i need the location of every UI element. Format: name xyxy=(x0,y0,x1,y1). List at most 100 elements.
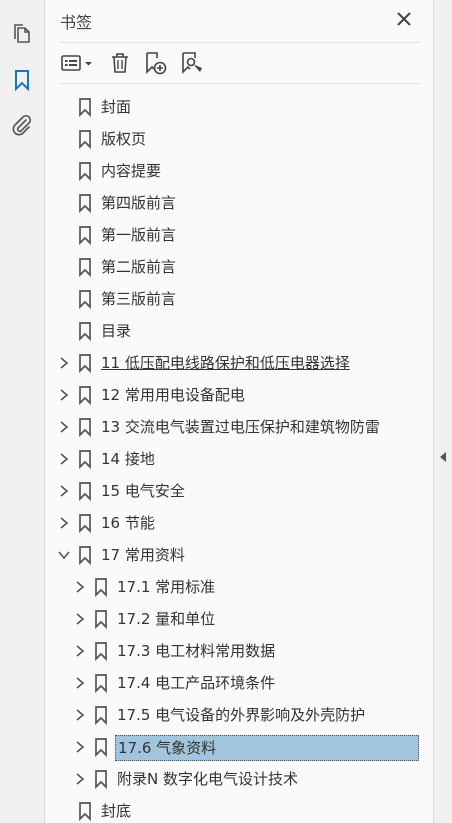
bookmark-label[interactable]: 第一版前言 xyxy=(99,224,178,246)
bookmark-row[interactable]: 封底 xyxy=(45,795,433,823)
chevron-right-icon[interactable] xyxy=(58,421,70,433)
bookmark-icon xyxy=(79,354,91,373)
bookmark-label[interactable]: 17.3 电工材料常用数据 xyxy=(115,640,277,662)
bookmark-label[interactable]: 17.6 气象资料 xyxy=(115,735,419,761)
bookmark-label[interactable]: 16 节能 xyxy=(99,512,157,534)
bookmark-row[interactable]: 目录 xyxy=(45,315,433,347)
bookmark-icon xyxy=(95,770,107,789)
bookmark-icon xyxy=(79,162,91,181)
chevron-right-icon[interactable] xyxy=(58,485,70,497)
bookmarks-icon[interactable] xyxy=(10,68,34,92)
close-icon[interactable] xyxy=(395,10,413,28)
bookmark-label[interactable]: 内容提要 xyxy=(99,160,163,182)
bookmark-label[interactable]: 17.2 量和单位 xyxy=(115,608,217,630)
bookmark-search-icon xyxy=(182,52,202,74)
bookmark-icon xyxy=(79,258,91,277)
bookmark-label[interactable]: 17 常用资料 xyxy=(99,544,187,566)
bookmark-label[interactable]: 15 电气安全 xyxy=(99,480,187,502)
bookmark-icon xyxy=(79,322,91,341)
bookmarks-toolbar xyxy=(60,42,420,84)
bookmark-row[interactable]: 第四版前言 xyxy=(45,187,433,219)
options-menu-button[interactable] xyxy=(60,51,96,75)
chevron-right-icon[interactable] xyxy=(58,389,70,401)
bookmark-icon xyxy=(79,130,91,149)
bookmark-row[interactable]: 15 电气安全 xyxy=(45,475,433,507)
delete-bookmark-button[interactable] xyxy=(110,51,130,75)
panel-title: 书签 xyxy=(60,13,93,32)
bookmark-row[interactable]: 17.1 常用标准 xyxy=(45,571,433,603)
bookmark-row[interactable]: 16 节能 xyxy=(45,507,433,539)
bookmark-label[interactable]: 13 交流电气装置过电压保护和建筑物防雷 xyxy=(99,416,382,438)
bookmark-row[interactable]: 17.2 量和单位 xyxy=(45,603,433,635)
options-list-icon xyxy=(61,55,92,71)
left-navigation-bar xyxy=(0,0,45,823)
bookmark-icon xyxy=(79,418,91,437)
bookmark-row[interactable]: 17 常用资料 xyxy=(45,539,433,571)
bookmark-label[interactable]: 目录 xyxy=(99,320,133,342)
chevron-right-icon[interactable] xyxy=(58,453,70,465)
trash-icon xyxy=(112,53,128,73)
bookmarks-panel: 书签 封面 版权页 内容提要 第四版前言 第一版前言 第二版前言 第三版前言 目… xyxy=(45,0,433,823)
bookmark-icon xyxy=(95,642,107,661)
attachments-icon[interactable] xyxy=(10,113,34,137)
chevron-right-icon[interactable] xyxy=(74,741,86,753)
bookmark-label[interactable]: 附录N 数字化电气设计技术 xyxy=(115,768,300,790)
right-collapsed-panel xyxy=(433,0,452,823)
bookmark-icon xyxy=(79,386,91,405)
chevron-right-icon[interactable] xyxy=(74,709,86,721)
bookmark-label[interactable]: 11 低压配电线路保护和低压电器选择 xyxy=(99,352,352,374)
bookmark-properties-button[interactable] xyxy=(180,51,204,75)
bookmark-icon xyxy=(95,578,107,597)
bookmark-row[interactable]: 版权页 xyxy=(45,123,433,155)
bookmark-label[interactable]: 第四版前言 xyxy=(99,192,178,214)
bookmark-row[interactable]: 第三版前言 xyxy=(45,283,433,315)
chevron-down-icon[interactable] xyxy=(58,549,70,561)
bookmark-row[interactable]: 附录N 数字化电气设计技术 xyxy=(45,763,433,795)
bookmark-row[interactable]: 17.3 电工材料常用数据 xyxy=(45,635,433,667)
bookmark-icon xyxy=(95,706,107,725)
bookmark-label[interactable]: 第二版前言 xyxy=(99,256,178,278)
bookmark-row[interactable]: 第一版前言 xyxy=(45,219,433,251)
bookmark-row[interactable]: 封面 xyxy=(45,91,433,123)
bookmark-label[interactable]: 第三版前言 xyxy=(99,288,178,310)
bookmark-row[interactable]: 12 常用用电设备配电 xyxy=(45,379,433,411)
bookmark-icon xyxy=(79,802,91,821)
bookmark-icon xyxy=(95,610,107,629)
bookmark-row[interactable]: 17.5 电气设备的外界影响及外壳防护 xyxy=(45,699,433,731)
bookmark-label[interactable]: 版权页 xyxy=(99,128,148,150)
bookmark-row[interactable]: 11 低压配电线路保护和低压电器选择 xyxy=(45,347,433,379)
bookmark-row[interactable]: 14 接地 xyxy=(45,443,433,475)
bookmark-icon xyxy=(79,450,91,469)
bookmark-label[interactable]: 封面 xyxy=(99,96,133,118)
chevron-right-icon[interactable] xyxy=(74,677,86,689)
bookmark-label[interactable]: 17.1 常用标准 xyxy=(115,576,217,598)
chevron-right-icon[interactable] xyxy=(74,645,86,657)
chevron-right-icon[interactable] xyxy=(58,357,70,369)
bookmark-icon xyxy=(79,482,91,501)
bookmark-label[interactable]: 17.4 电工产品环境条件 xyxy=(115,672,277,694)
bookmark-icon xyxy=(95,674,107,693)
chevron-right-icon[interactable] xyxy=(74,613,86,625)
new-bookmark-button[interactable] xyxy=(144,51,168,75)
expand-right-panel-icon[interactable] xyxy=(440,452,446,462)
bookmark-icon xyxy=(79,514,91,533)
pages-icon[interactable] xyxy=(10,22,34,46)
chevron-right-icon[interactable] xyxy=(58,517,70,529)
bookmark-row[interactable]: 内容提要 xyxy=(45,155,433,187)
add-bookmark-icon xyxy=(146,52,167,75)
bookmark-row[interactable]: 第二版前言 xyxy=(45,251,433,283)
bookmark-label[interactable]: 17.5 电气设备的外界影响及外壳防护 xyxy=(115,704,367,726)
bookmark-icon xyxy=(79,546,91,565)
bookmark-row[interactable]: 13 交流电气装置过电压保护和建筑物防雷 xyxy=(45,411,433,443)
bookmark-icon xyxy=(95,738,107,757)
bookmark-label[interactable]: 封底 xyxy=(99,800,133,822)
panel-header: 书签 xyxy=(45,0,433,38)
bookmark-row[interactable]: 17.4 电工产品环境条件 xyxy=(45,667,433,699)
chevron-right-icon[interactable] xyxy=(74,773,86,785)
chevron-right-icon[interactable] xyxy=(74,581,86,593)
bookmark-label[interactable]: 14 接地 xyxy=(99,448,157,470)
bookmark-label[interactable]: 12 常用用电设备配电 xyxy=(99,384,247,406)
bookmark-icon xyxy=(79,226,91,245)
bookmark-row[interactable]: 17.6 气象资料 xyxy=(45,731,433,763)
bookmark-icon xyxy=(79,98,91,117)
